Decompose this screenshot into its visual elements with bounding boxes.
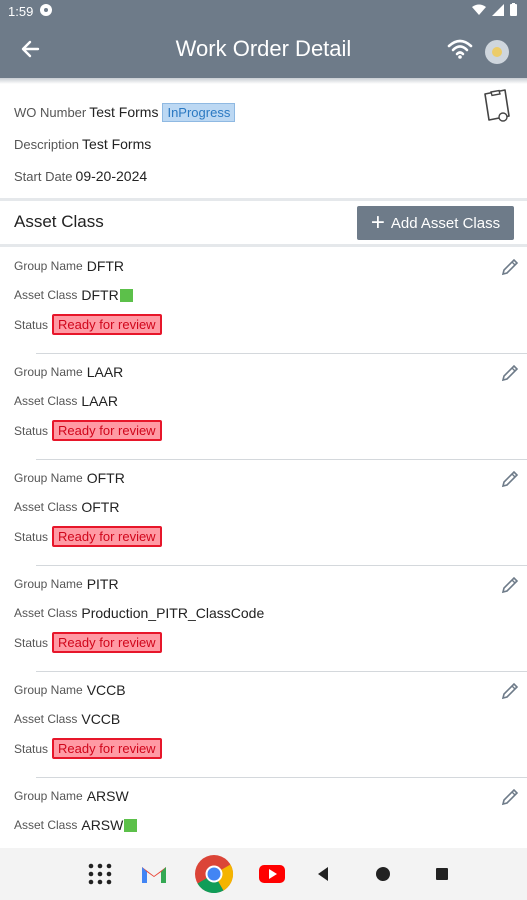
wo-number-value: Test Forms [89,104,159,120]
clock: 1:59 [8,4,34,19]
list-item[interactable]: Group Name PITR Asset Class Production_PIT… [0,566,527,672]
edit-pencil-icon[interactable] [501,576,519,594]
group-name-value: DFTR [86,258,125,274]
nav-recents-icon[interactable] [428,860,456,888]
youtube-icon[interactable] [258,860,286,888]
clipboard-icon[interactable] [479,86,513,124]
status-label: Status [14,317,49,332]
description-label: Description [14,136,80,152]
list-item[interactable]: Group Name DFTR Asset Class DFTR Status Rea… [0,248,527,354]
status-label: Status [14,423,49,438]
cell-signal-icon [492,3,504,16]
edit-pencil-icon[interactable] [501,788,519,806]
asset-class-value: VCCB [81,711,121,727]
chrome-icon[interactable] [194,854,234,894]
asset-class-value: DFTR [81,287,119,303]
asset-class-value: Production_PITR_ClassCode [81,605,265,621]
system-nav-bar [0,848,527,900]
asset-class-label: Asset Class [14,818,78,832]
plus-icon: + [370,209,385,236]
status-badge: Ready for review [52,314,162,335]
asset-class-label: Asset Class [14,288,78,302]
group-name-value: VCCB [86,682,126,698]
edit-pencil-icon[interactable] [501,682,519,700]
work-order-info: WO Number Test Forms InProgress Descript… [14,96,514,192]
asset-class-label: Asset Class [14,500,78,514]
status-icons [472,3,517,16]
asset-class-label: Asset Class [14,712,78,726]
group-name-label: Group Name [14,789,83,803]
sync-status-icon[interactable] [485,40,509,64]
battery-icon [510,3,517,16]
start-date-value: 09-20-2024 [75,168,148,184]
green-square-icon [124,818,138,832]
status-badge: Ready for review [52,420,162,441]
list-item[interactable]: Group Name OFTR Asset Class OFTR Status Rea… [0,460,527,566]
green-square-icon [119,288,133,302]
start-date-row: Start Date 09-20-2024 [14,160,514,192]
wo-number-row: WO Number Test Forms InProgress [14,96,514,128]
asset-class-value: LAAR [81,393,118,409]
group-name-value: LAAR [86,364,124,380]
edit-pencil-icon[interactable] [501,364,519,382]
app-bar-shadow [0,78,527,84]
description-row: Description Test Forms [14,128,514,160]
asset-class-value: ARSW [81,817,124,833]
description-value: Test Forms [82,136,152,152]
status-badge: Ready for review [52,526,162,547]
asset-class-list: Group Name DFTR Asset Class DFTR Status Rea… [0,248,527,884]
asset-class-value: OFTR [81,499,120,515]
connectivity-wifi-icon[interactable] [447,38,473,60]
status-badge: Ready for review [52,632,162,653]
nav-home-icon[interactable] [369,860,397,888]
edit-pencil-icon[interactable] [501,258,519,276]
group-name-label: Group Name [14,577,83,591]
add-asset-class-label: Add Asset Class [390,214,501,232]
group-name-value: ARSW [86,788,129,804]
group-name-label: Group Name [14,365,83,379]
app-bar: Work Order Detail [0,22,527,78]
group-name-label: Group Name [14,683,83,697]
status-label: Status [14,529,49,544]
group-name-value: OFTR [86,470,125,486]
group-name-label: Group Name [14,471,83,485]
nav-back-icon[interactable] [310,860,338,888]
wo-number-label: WO Number [14,104,87,120]
group-name-value: PITR [86,576,119,592]
settings-notification-icon [40,4,52,16]
wo-status-badge: InProgress [162,102,236,122]
group-name-label: Group Name [14,259,83,273]
list-divider [0,244,527,247]
status-label: Status [14,635,49,650]
asset-class-heading: Asset Class [14,212,104,231]
asset-class-label: Asset Class [14,606,78,620]
wifi-signal-icon [472,4,486,15]
list-item[interactable]: Group Name VCCB Asset Class VCCB Status Rea… [0,672,527,778]
list-item[interactable]: Group Name LAAR Asset Class LAAR Status Rea… [0,354,527,460]
edit-pencil-icon[interactable] [501,470,519,488]
status-badge: Ready for review [52,738,162,759]
gmail-icon[interactable] [140,860,168,888]
status-label: Status [14,741,49,756]
asset-class-label: Asset Class [14,394,78,408]
section-divider [0,198,527,201]
add-asset-class-button[interactable]: + Add Asset Class [357,206,514,240]
app-drawer-icon[interactable] [86,860,114,888]
start-date-label: Start Date [14,168,73,184]
system-status-bar: 1:59 [0,0,527,22]
